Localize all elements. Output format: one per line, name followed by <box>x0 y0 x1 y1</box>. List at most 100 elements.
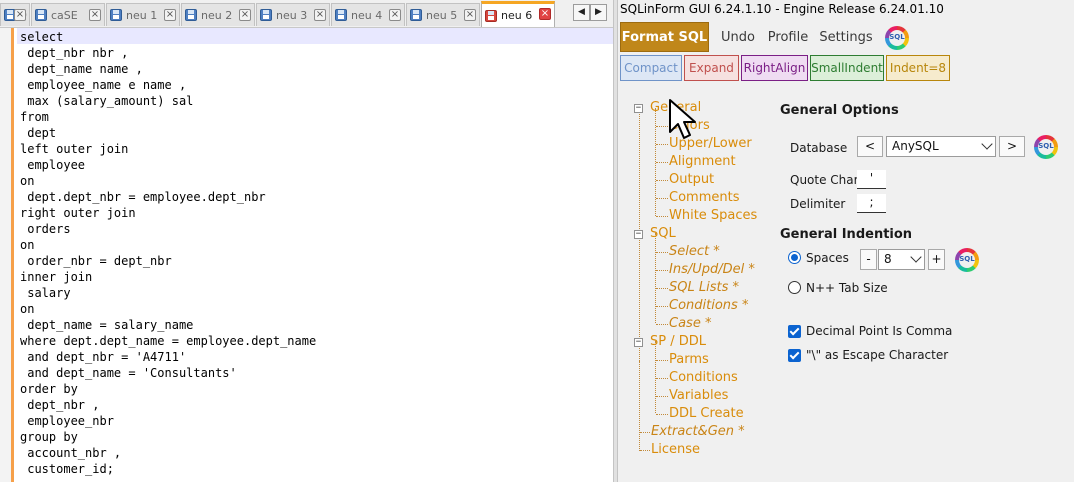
scroll-right-button[interactable]: ▶ <box>590 4 607 21</box>
code-line[interactable]: order by <box>20 381 316 397</box>
code-line[interactable]: on <box>20 237 316 253</box>
tab-neu-3[interactable]: neu 3 × <box>256 3 330 26</box>
code-line[interactable]: dept_name name , <box>20 61 316 77</box>
code-line[interactable]: left outer join <box>20 141 316 157</box>
tree-item-sql-lists[interactable]: SQL Lists * <box>669 280 739 295</box>
tree-item-parms[interactable]: Parms <box>669 352 709 367</box>
close-icon[interactable]: × <box>164 9 176 21</box>
spaces-increment-button[interactable]: + <box>928 249 945 270</box>
close-icon[interactable]: × <box>14 9 26 21</box>
collapse-general-icon[interactable]: − <box>634 104 643 113</box>
code-line[interactable]: where dept.dept_name = employee.dept_nam… <box>20 333 316 349</box>
code-line[interactable]: dept_name = salary_name <box>20 317 316 333</box>
code-line[interactable]: right outer join <box>20 205 316 221</box>
tab-neu-5[interactable]: neu 5 × <box>406 3 480 26</box>
database-prev-button[interactable]: < <box>857 136 883 157</box>
code-line[interactable]: employee <box>20 157 316 173</box>
tab-neu-1[interactable]: neu 1 × <box>106 3 180 26</box>
tree-item-variables[interactable]: Variables <box>669 388 728 403</box>
code-line[interactable]: inner join <box>20 269 316 285</box>
sqlinform-logo-icon[interactable]: SQL <box>885 26 909 50</box>
sqlinform-logo-icon[interactable]: SQL <box>955 248 979 272</box>
code-line[interactable]: dept.dept_nbr = employee.dept_nbr <box>20 189 316 205</box>
close-icon[interactable]: × <box>314 9 326 21</box>
npp-tab-size-radio[interactable] <box>788 281 801 294</box>
code-line[interactable]: group by <box>20 429 316 445</box>
toolbar: Format SQL Undo Profile Settings SQL <box>620 22 1074 54</box>
compact-button[interactable]: Compact <box>620 55 682 81</box>
general-options-title: General Options <box>780 103 899 118</box>
code-line[interactable]: dept_nbr , <box>20 397 316 413</box>
scroll-left-button[interactable]: ◀ <box>573 4 590 21</box>
code-line[interactable]: from <box>20 109 316 125</box>
code-line[interactable]: max (salary_amount) sal <box>20 93 316 109</box>
close-icon[interactable]: × <box>539 8 551 20</box>
tree-connector <box>656 306 668 307</box>
tree-item-conditions[interactable]: Conditions * <box>669 298 748 313</box>
tab-neu-6[interactable]: neu 6 × <box>481 1 555 27</box>
tree-connector <box>656 198 668 199</box>
spaces-decrement-button[interactable]: - <box>860 249 877 270</box>
escape-char-checkbox[interactable] <box>788 349 801 362</box>
tree-item-case[interactable]: Case * <box>669 316 711 331</box>
smallindent-button[interactable]: SmallIndent <box>810 55 884 81</box>
tree-item-comments[interactable]: Comments <box>669 190 739 205</box>
indent8-button[interactable]: Indent=8 <box>886 55 950 81</box>
tree-item-output[interactable]: Output <box>669 172 714 187</box>
collapse-spddl-icon[interactable]: − <box>634 338 643 347</box>
code-line[interactable]: on <box>20 173 316 189</box>
tab-neu-4[interactable]: neu 4 × <box>331 3 405 26</box>
tree-extract-gen[interactable]: Extract&Gen * <box>651 424 745 439</box>
code-line[interactable]: salary <box>20 285 316 301</box>
format-sql-button[interactable]: Format SQL <box>620 22 709 52</box>
code-line[interactable]: select <box>20 29 316 45</box>
code-line[interactable]: order_nbr = dept_nbr <box>20 253 316 269</box>
tree-item-ddl-create[interactable]: DDL Create <box>669 406 744 421</box>
database-next-button[interactable]: > <box>999 136 1025 157</box>
code-line[interactable]: dept_nbr nbr , <box>20 45 316 61</box>
code-editor[interactable]: select dept_nbr nbr , dept_name name , e… <box>0 28 613 482</box>
code-line[interactable]: employee_name e name , <box>20 77 316 93</box>
code-line[interactable]: employee_nbr <box>20 413 316 429</box>
code-line[interactable]: on <box>20 301 316 317</box>
tree-item-select[interactable]: Select * <box>669 244 720 259</box>
tree-connector <box>640 432 650 433</box>
quote-char-input[interactable]: ' <box>857 170 886 189</box>
tree-sp-ddl[interactable]: SP / DDL <box>650 334 706 349</box>
tab-case[interactable]: caSE × <box>31 3 105 26</box>
spaces-select[interactable]: 8 <box>878 249 925 270</box>
rightalign-button[interactable]: RightAlign <box>741 55 808 81</box>
code-line[interactable]: orders <box>20 221 316 237</box>
decimal-point-checkbox[interactable] <box>788 325 801 338</box>
tab-neu-2[interactable]: neu 2 × <box>181 3 255 26</box>
database-select[interactable]: AnySQL <box>886 136 996 157</box>
sqlinform-logo-icon[interactable]: SQL <box>1034 135 1058 159</box>
tree-license[interactable]: License <box>651 442 700 457</box>
collapse-sql-icon[interactable]: − <box>634 230 643 239</box>
tree-sql[interactable]: SQL <box>650 226 676 241</box>
close-icon[interactable]: × <box>89 9 101 21</box>
code-line[interactable]: account_nbr , <box>20 445 316 461</box>
spaces-radio[interactable] <box>788 251 801 264</box>
code-line[interactable]: and dept_name = 'Consultants' <box>20 365 316 381</box>
code-line[interactable]: and dept_nbr = 'A4711' <box>20 349 316 365</box>
tree-item-white-spaces[interactable]: White Spaces <box>669 208 757 223</box>
close-icon[interactable]: × <box>464 9 476 21</box>
tree-item-sp-conditions[interactable]: Conditions <box>669 370 738 385</box>
undo-button[interactable]: Undo <box>716 22 760 52</box>
tree-connector <box>656 324 668 325</box>
settings-button[interactable]: Settings <box>818 22 874 52</box>
expand-button[interactable]: Expand <box>684 55 739 81</box>
profile-button[interactable]: Profile <box>762 22 814 52</box>
tree-item-alignment[interactable]: Alignment <box>669 154 736 169</box>
code-line[interactable]: customer_id; <box>20 461 316 477</box>
mouse-pointer-icon <box>669 99 696 139</box>
tab-label: neu 4 <box>351 8 383 22</box>
code-line[interactable]: dept <box>20 125 316 141</box>
tree-item-ins-upd-del[interactable]: Ins/Upd/Del * <box>669 262 755 277</box>
close-icon[interactable]: × <box>389 9 401 21</box>
delimiter-input[interactable]: ; <box>857 194 886 213</box>
close-icon[interactable]: × <box>239 9 251 21</box>
tab-9[interactable]: 9 × <box>0 3 30 26</box>
code-text[interactable]: select dept_nbr nbr , dept_name name , e… <box>20 29 316 477</box>
